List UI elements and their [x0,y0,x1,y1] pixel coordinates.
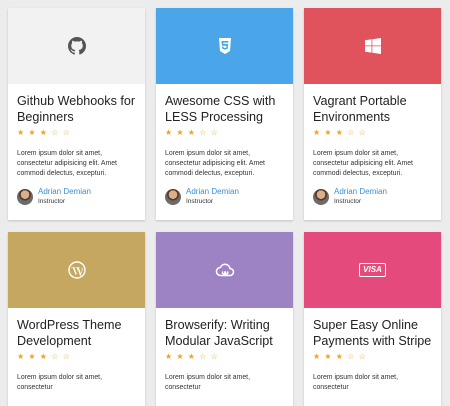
course-banner [8,232,145,308]
course-banner [304,8,441,84]
star-rating: ★ ★ ★ ☆ ☆ [17,128,71,137]
instructor-info: Adrian Demian Instructor [165,187,285,206]
course-description: Lorem ipsum dolor sit amet, consectetur [313,374,399,391]
course-title[interactable]: WordPress Theme Development [17,317,137,349]
course-title[interactable]: Super Easy Online Payments with Stripe [313,317,433,349]
star-rating: ★ ★ ★ ☆ ☆ [313,352,367,361]
course-title[interactable]: Browserify: Writing Modular JavaScript [165,317,285,349]
course-banner [156,8,293,84]
windows-icon [364,38,381,54]
course-description: Lorem ipsum dolor sit amet, consectetur … [165,150,265,177]
visa-text: VISA [363,265,382,274]
visa-icon: VISA [359,263,386,277]
instructor-role: Instructor [334,198,362,205]
course-card[interactable]: WordPress Theme Development ★ ★ ★ ☆ ☆ Lo… [8,232,145,406]
course-banner [8,8,145,84]
instructor-role: Instructor [38,198,66,205]
course-card[interactable]: Awesome CSS with LESS Processing ★ ★ ★ ☆… [156,8,293,220]
course-title[interactable]: Vagrant Portable Environments [313,93,433,125]
course-card[interactable]: VISA Super Easy Online Payments with Str… [304,232,441,406]
course-card[interactable]: Github Webhooks for Beginners ★ ★ ★ ☆ ☆ … [8,8,145,220]
github-icon [67,37,86,55]
instructor-role: Instructor [186,198,214,205]
course-description: Lorem ipsum dolor sit amet, consectetur [165,374,251,391]
instructor-name-link[interactable]: Adrian Demian [38,187,91,197]
avatar [313,188,329,205]
star-rating: ★ ★ ★ ☆ ☆ [165,352,219,361]
course-card[interactable]: Browserify: Writing Modular JavaScript ★… [156,232,293,406]
course-banner [156,232,293,308]
course-title[interactable]: Awesome CSS with LESS Processing [165,93,285,125]
course-card[interactable]: Vagrant Portable Environments ★ ★ ★ ☆ ☆ … [304,8,441,220]
star-rating: ★ ★ ★ ☆ ☆ [165,128,219,137]
course-title[interactable]: Github Webhooks for Beginners [17,93,137,125]
instructor-info: Adrian Demian Instructor [313,187,433,206]
wordpress-icon [67,261,86,279]
course-description: Lorem ipsum dolor sit amet, consectetur … [17,150,117,177]
course-description: Lorem ipsum dolor sit amet, consectetur … [313,150,413,177]
course-banner: VISA [304,232,441,308]
cloud-icon [215,263,235,277]
instructor-name-link[interactable]: Adrian Demian [186,187,239,197]
instructor-info: Adrian Demian Instructor [17,187,137,206]
star-rating: ★ ★ ★ ☆ ☆ [313,128,367,137]
star-rating: ★ ★ ★ ☆ ☆ [17,352,71,361]
instructor-name-link[interactable]: Adrian Demian [334,187,387,197]
course-grid: Github Webhooks for Beginners ★ ★ ★ ☆ ☆ … [0,0,450,406]
avatar [17,188,33,205]
avatar [165,188,181,205]
course-description: Lorem ipsum dolor sit amet, consectetur [17,374,103,391]
css3-icon [218,38,232,54]
